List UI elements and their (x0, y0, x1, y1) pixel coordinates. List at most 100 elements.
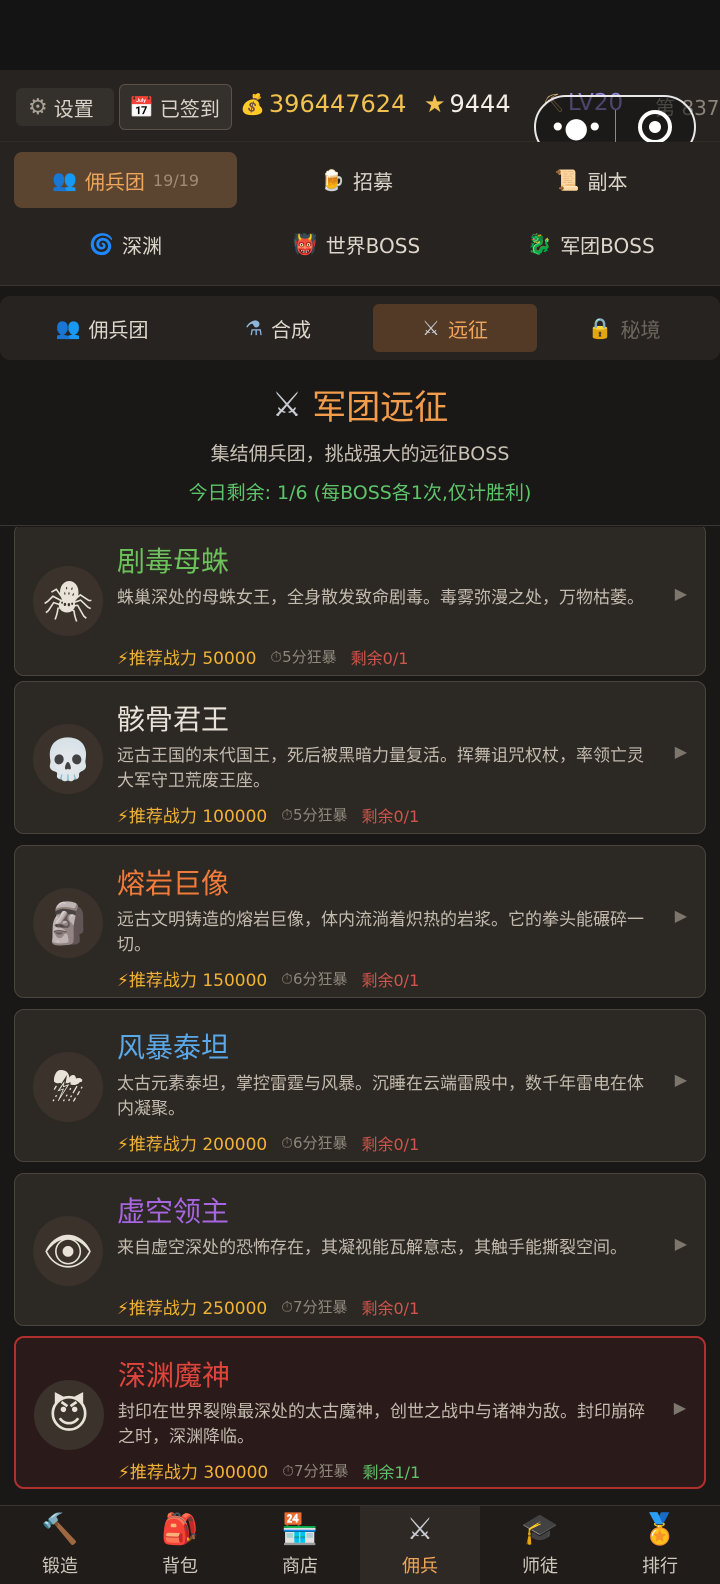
berserk-timer: ⏱5分狂暴 (281, 806, 348, 824)
expedition-header: ⚔ 军团远征 集结佣兵团，挑战强大的远征BOSS 今日剩余: 1/6 (每BOS… (0, 360, 720, 526)
bottom-nav-mercenary[interactable]: ⚔ 佣兵 (360, 1506, 480, 1584)
target-icon (637, 110, 672, 144)
chevron-right-icon: ▶ (674, 1070, 687, 1089)
gear-icon: ⚙ (28, 94, 48, 120)
chevron-right-icon: ▶ (673, 1398, 686, 1417)
boss-avatar: 👁 (33, 1216, 103, 1286)
medal-icon: 🏅 (641, 1512, 679, 1547)
bottom-nav-mentor[interactable]: 🎓 师徒 (480, 1506, 600, 1584)
store-icon: 🏪 (281, 1512, 319, 1547)
boss-name: 虚空领主 (117, 1195, 230, 1228)
recommended-power: ⚡推荐战力 100000 (117, 807, 268, 827)
signin-button[interactable]: 📅 已签到 (119, 84, 232, 130)
status-bar (0, 0, 720, 70)
page-title: ⚔ 军团远征 (0, 380, 720, 429)
boss-description: 封印在世界裂隙最深处的太古魔神，创世之战中与诸神为敌。封印崩碎之时，深渊降临。 (118, 1402, 645, 1447)
boss-card[interactable]: 💀 骸骨君王远古王国的末代国王，死后被黑暗力量复活。挥舞诅咒权杖，率领亡灵大军守卫… (14, 681, 706, 834)
gold-value: 396447624 (268, 90, 407, 118)
app-root: ⚙ 设置 📅 已签到 💰 396447624 ★ 9444 ⛏ LV20 第 8… (0, 0, 720, 1584)
subtab-secret-realm-label: 秘境 (620, 317, 661, 342)
tab-legion-boss[interactable]: 🐉 军团BOSS (476, 216, 706, 272)
vortex-icon: 🌀 (89, 232, 114, 256)
devil-icon: 😈 (48, 1392, 90, 1438)
close-miniprogram-button[interactable] (616, 110, 695, 144)
boss-meta: ⚡推荐战力 250000 ⏱7分狂暴 剩余0/1 (117, 1294, 419, 1319)
attempts-remaining: 剩余0/1 (350, 648, 409, 668)
tab-recruit[interactable]: 🍺 招募 (245, 152, 468, 208)
crossed-swords-icon: ⚔ (422, 316, 440, 340)
boss-card[interactable]: 🕷 剧毒母蛛 蛛巢深处的母蛛女王，全身散发致命剧毒。毒雾弥漫之处，万物枯萎。 ⚡推荐战… (14, 527, 706, 676)
boss-name: 剧毒母蛛 (117, 545, 230, 578)
star-counter: ★ 9444 (424, 90, 511, 118)
boss-name: 深渊魔神 (118, 1359, 231, 1392)
boss-list: 🕷 剧毒母蛛 蛛巢深处的母蛛女王，全身散发致命剧毒。毒雾弥漫之处，万物枯萎。 ⚡推荐战… (0, 527, 720, 1505)
recommended-power: ⚡推荐战力 300000 (118, 1463, 269, 1483)
tab-abyss-label: 深渊 (121, 233, 162, 258)
scroll-icon: 📜 (554, 168, 580, 192)
berserk-timer: ⏱7分狂暴 (281, 1298, 348, 1316)
main-nav: 👥 佣兵团 19/19 🍺 招募 📜 副本 🌀 深渊 👹 世界BOSS 🐉 军团… (0, 142, 720, 286)
boss-avatar: ⛈ (33, 1052, 103, 1122)
chevron-right-icon: ▶ (674, 1234, 687, 1253)
recommended-power: ⚡推荐战力 200000 (117, 1135, 268, 1155)
bottom-nav-mentor-label: 师徒 (522, 1556, 558, 1577)
settings-label: 设置 (53, 96, 94, 121)
attempts-remaining: 剩余1/1 (362, 1462, 421, 1482)
bottom-nav-forge-label: 锻造 (42, 1556, 78, 1577)
settings-button[interactable]: ⚙ 设置 (16, 88, 114, 126)
boss-avatar: 💀 (33, 724, 103, 794)
chevron-right-icon: ▶ (674, 742, 687, 761)
tab-world-boss-label: 世界BOSS (325, 233, 421, 258)
eye-icon: 👁 (42, 1228, 94, 1275)
subtab-expedition-label: 远征 (447, 317, 488, 342)
berserk-timer: ⏱6分狂暴 (281, 970, 348, 988)
boss-card[interactable]: 👁 虚空领主来自虚空深处的恐怖存在，其凝视能瓦解意志，其触手能撕裂空间。 ⚡推荐战力… (14, 1173, 706, 1326)
flask-icon: ⚗ (245, 316, 263, 340)
berserk-timer: ⏱7分狂暴 (282, 1462, 349, 1480)
more-menu-icon[interactable]: •●• (536, 111, 615, 144)
moai-icon: 🗿 (43, 900, 93, 947)
bottom-nav-backpack[interactable]: 🎒 背包 (120, 1506, 240, 1584)
boss-meta: ⚡推荐战力 50000 ⏱5分狂暴 剩余0/1 (117, 644, 408, 669)
tab-dungeon-label: 副本 (587, 169, 628, 194)
tab-mercenary[interactable]: 👥 佣兵团 19/19 (14, 152, 237, 208)
subtab-expedition[interactable]: ⚔ 远征 (373, 304, 537, 352)
spider-icon: 🕷 (42, 578, 94, 625)
tab-recruit-label: 招募 (352, 169, 393, 194)
boss-card[interactable]: ⛈ 风暴泰坦 太古元素泰坦，掌控雷霆与风暴。沉睡在云端雷殿中，数千年雷电在体内凝聚。… (14, 1009, 706, 1162)
boss-name: 熔岩巨像 (117, 867, 230, 900)
boss-card[interactable]: 🗿 熔岩巨像 远古文明铸造的熔岩巨像，体内流淌着炽热的岩浆。它的拳头能碾碎一切。 ⚡推… (14, 845, 706, 998)
bottom-nav-forge[interactable]: 🔨 锻造 (0, 1506, 120, 1584)
tab-mercenary-label: 佣兵团 (84, 169, 145, 194)
bottom-nav-ranking[interactable]: 🏅 排行 (600, 1506, 720, 1584)
subtab-mercenary[interactable]: 👥 佣兵团 (20, 304, 184, 352)
boss-avatar: 🗿 (33, 888, 103, 958)
tab-dungeon[interactable]: 📜 副本 (476, 152, 706, 208)
attempts-remaining: 剩余0/1 (361, 970, 420, 990)
tab-world-boss[interactable]: 👹 世界BOSS (245, 216, 468, 272)
storm-cloud-icon: ⛈ (52, 1064, 84, 1110)
attempts-remaining: 剩余0/1 (361, 1298, 420, 1318)
bottom-nav-shop[interactable]: 🏪 商店 (240, 1506, 360, 1584)
ogre-icon: 👹 (292, 232, 318, 256)
bottom-nav: 🔨 锻造 🎒 背包 🏪 商店 ⚔ 佣兵 🎓 师徒 🏅 排行 (0, 1505, 720, 1584)
calendar-icon: 📅 (129, 95, 154, 119)
boss-meta: ⚡推荐战力 100000 ⏱5分狂暴 剩余0/1 (117, 802, 419, 827)
boss-card[interactable]: 😈 深渊魔神封印在世界裂隙最深处的太古魔神，创世之战中与诸神为敌。封印崩碎之时，深… (14, 1336, 706, 1489)
boss-name: 骸骨君王 (117, 703, 230, 736)
hammer-icon: 🔨 (41, 1512, 79, 1547)
boss-description: 远古王国的末代国王，死后被黑暗力量复活。挥舞诅咒权杖，率领亡灵大军守卫荒废王座。 (117, 746, 644, 791)
recommended-power: ⚡推荐战力 150000 (117, 971, 268, 991)
subtab-synthesis[interactable]: ⚗ 合成 (196, 304, 360, 352)
tab-abyss[interactable]: 🌀 深渊 (14, 216, 237, 272)
dragon-icon: 🐉 (527, 232, 553, 256)
people-icon: 👥 (55, 316, 81, 340)
chevron-right-icon: ▶ (674, 584, 687, 603)
boss-description: 来自虚空深处的恐怖存在，其凝视能瓦解意志，其触手能撕裂空间。 (117, 1238, 627, 1258)
signin-label: 已签到 (159, 96, 220, 121)
bottom-nav-backpack-label: 背包 (162, 1556, 198, 1577)
tab-mercenary-count: 19/19 (152, 170, 199, 190)
bottom-nav-mercenary-label: 佣兵 (402, 1556, 438, 1577)
subtab-secret-realm[interactable]: 🔒 秘境 (542, 304, 706, 352)
subtab-synthesis-label: 合成 (270, 317, 311, 342)
